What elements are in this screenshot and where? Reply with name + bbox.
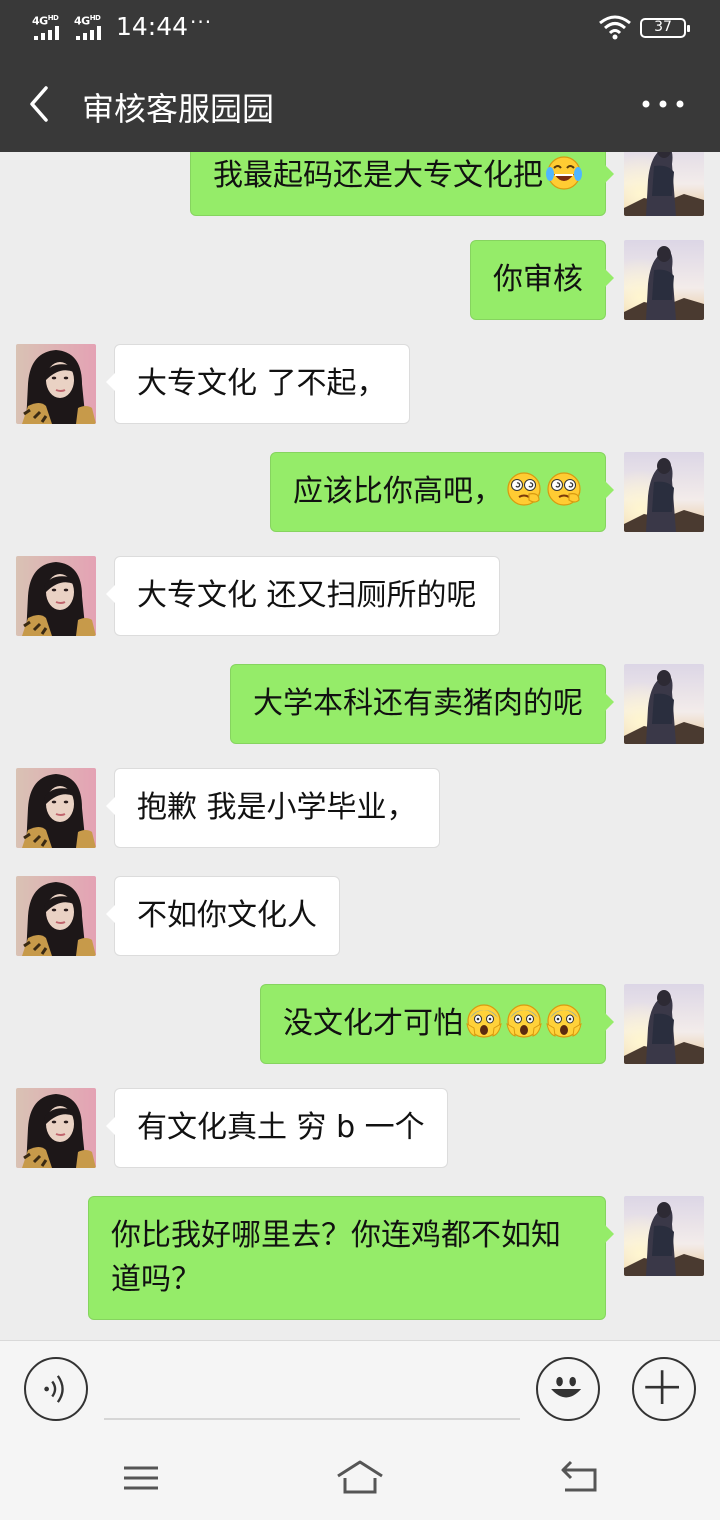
dizzy-hmm-emoji [505,470,543,508]
back-arrow-icon[interactable] [22,84,58,124]
contact-avatar[interactable] [16,344,96,424]
status-bar: 4GHD 4GHD 14:44 ··· 37 [0,0,720,56]
wifi-icon [599,15,631,40]
my-avatar[interactable] [624,452,704,532]
system-nav-bar [0,1436,720,1520]
chat-area[interactable]: 我最起码还是大专文化把 你审核 大专文化 了不起， 应该比你高吧， 大专文化 还… [0,152,720,1340]
message-bubble[interactable]: 你审核 [470,240,614,320]
message-bubble[interactable]: 不如你文化人 [106,876,340,956]
my-avatar[interactable] [624,240,704,320]
contact-avatar[interactable] [16,876,96,956]
more-dots-icon[interactable] [640,96,686,112]
plus-button[interactable] [632,1357,696,1421]
input-bar [0,1340,720,1436]
emoji-button[interactable] [536,1357,600,1421]
home-icon[interactable] [335,1456,385,1500]
message-bubble[interactable]: 有文化真土 穷 b 一个 [106,1088,448,1168]
status-time: 14:44 [116,12,189,41]
chat-title: 审核客服园园 [82,90,275,128]
battery-icon: 37 [640,18,690,38]
message-bubble[interactable]: 你比我好哪里去？你连鸡都不如知道吗？ [88,1196,614,1320]
top-bar: 4GHD 4GHD 14:44 ··· 37 审核客服园园 [0,0,720,152]
my-avatar[interactable] [624,664,704,744]
message-bubble[interactable]: 应该比你高吧， [270,452,614,532]
message-input[interactable] [104,1418,520,1420]
my-avatar[interactable] [624,984,704,1064]
message-bubble[interactable]: 大学本科还有卖猪肉的呢 [230,664,614,744]
scream-emoji [465,1002,503,1040]
scream-emoji [505,1002,543,1040]
notification-dots: ··· [190,10,213,34]
message-bubble[interactable]: 我最起码还是大专文化把 [190,152,614,216]
contact-avatar[interactable] [16,556,96,636]
scream-emoji [545,1002,583,1040]
smiley-icon [551,1376,582,1398]
tears-of-joy-emoji [545,154,583,192]
message-bubble[interactable]: 没文化才可怕 [260,984,614,1064]
menu-icon[interactable] [116,1456,166,1500]
message-bubble[interactable]: 抱歉 我是小学毕业， [106,768,440,848]
cellular-signal-icon-2: 4GHD [74,14,108,40]
contact-avatar[interactable] [16,768,96,848]
voice-button[interactable] [24,1357,88,1421]
message-bubble[interactable]: 大专文化 了不起， [106,344,410,424]
contact-avatar[interactable] [16,1088,96,1168]
cellular-signal-icon-1: 4GHD [32,14,66,40]
message-bubble[interactable]: 大专文化 还又扫厕所的呢 [106,556,500,636]
plus-icon [645,1370,679,1404]
dizzy-hmm-emoji [545,470,583,508]
battery-level: 37 [654,19,672,35]
voice-icon [44,1375,64,1403]
return-icon[interactable] [555,1456,605,1500]
my-avatar[interactable] [624,1196,704,1276]
my-avatar[interactable] [624,152,704,216]
